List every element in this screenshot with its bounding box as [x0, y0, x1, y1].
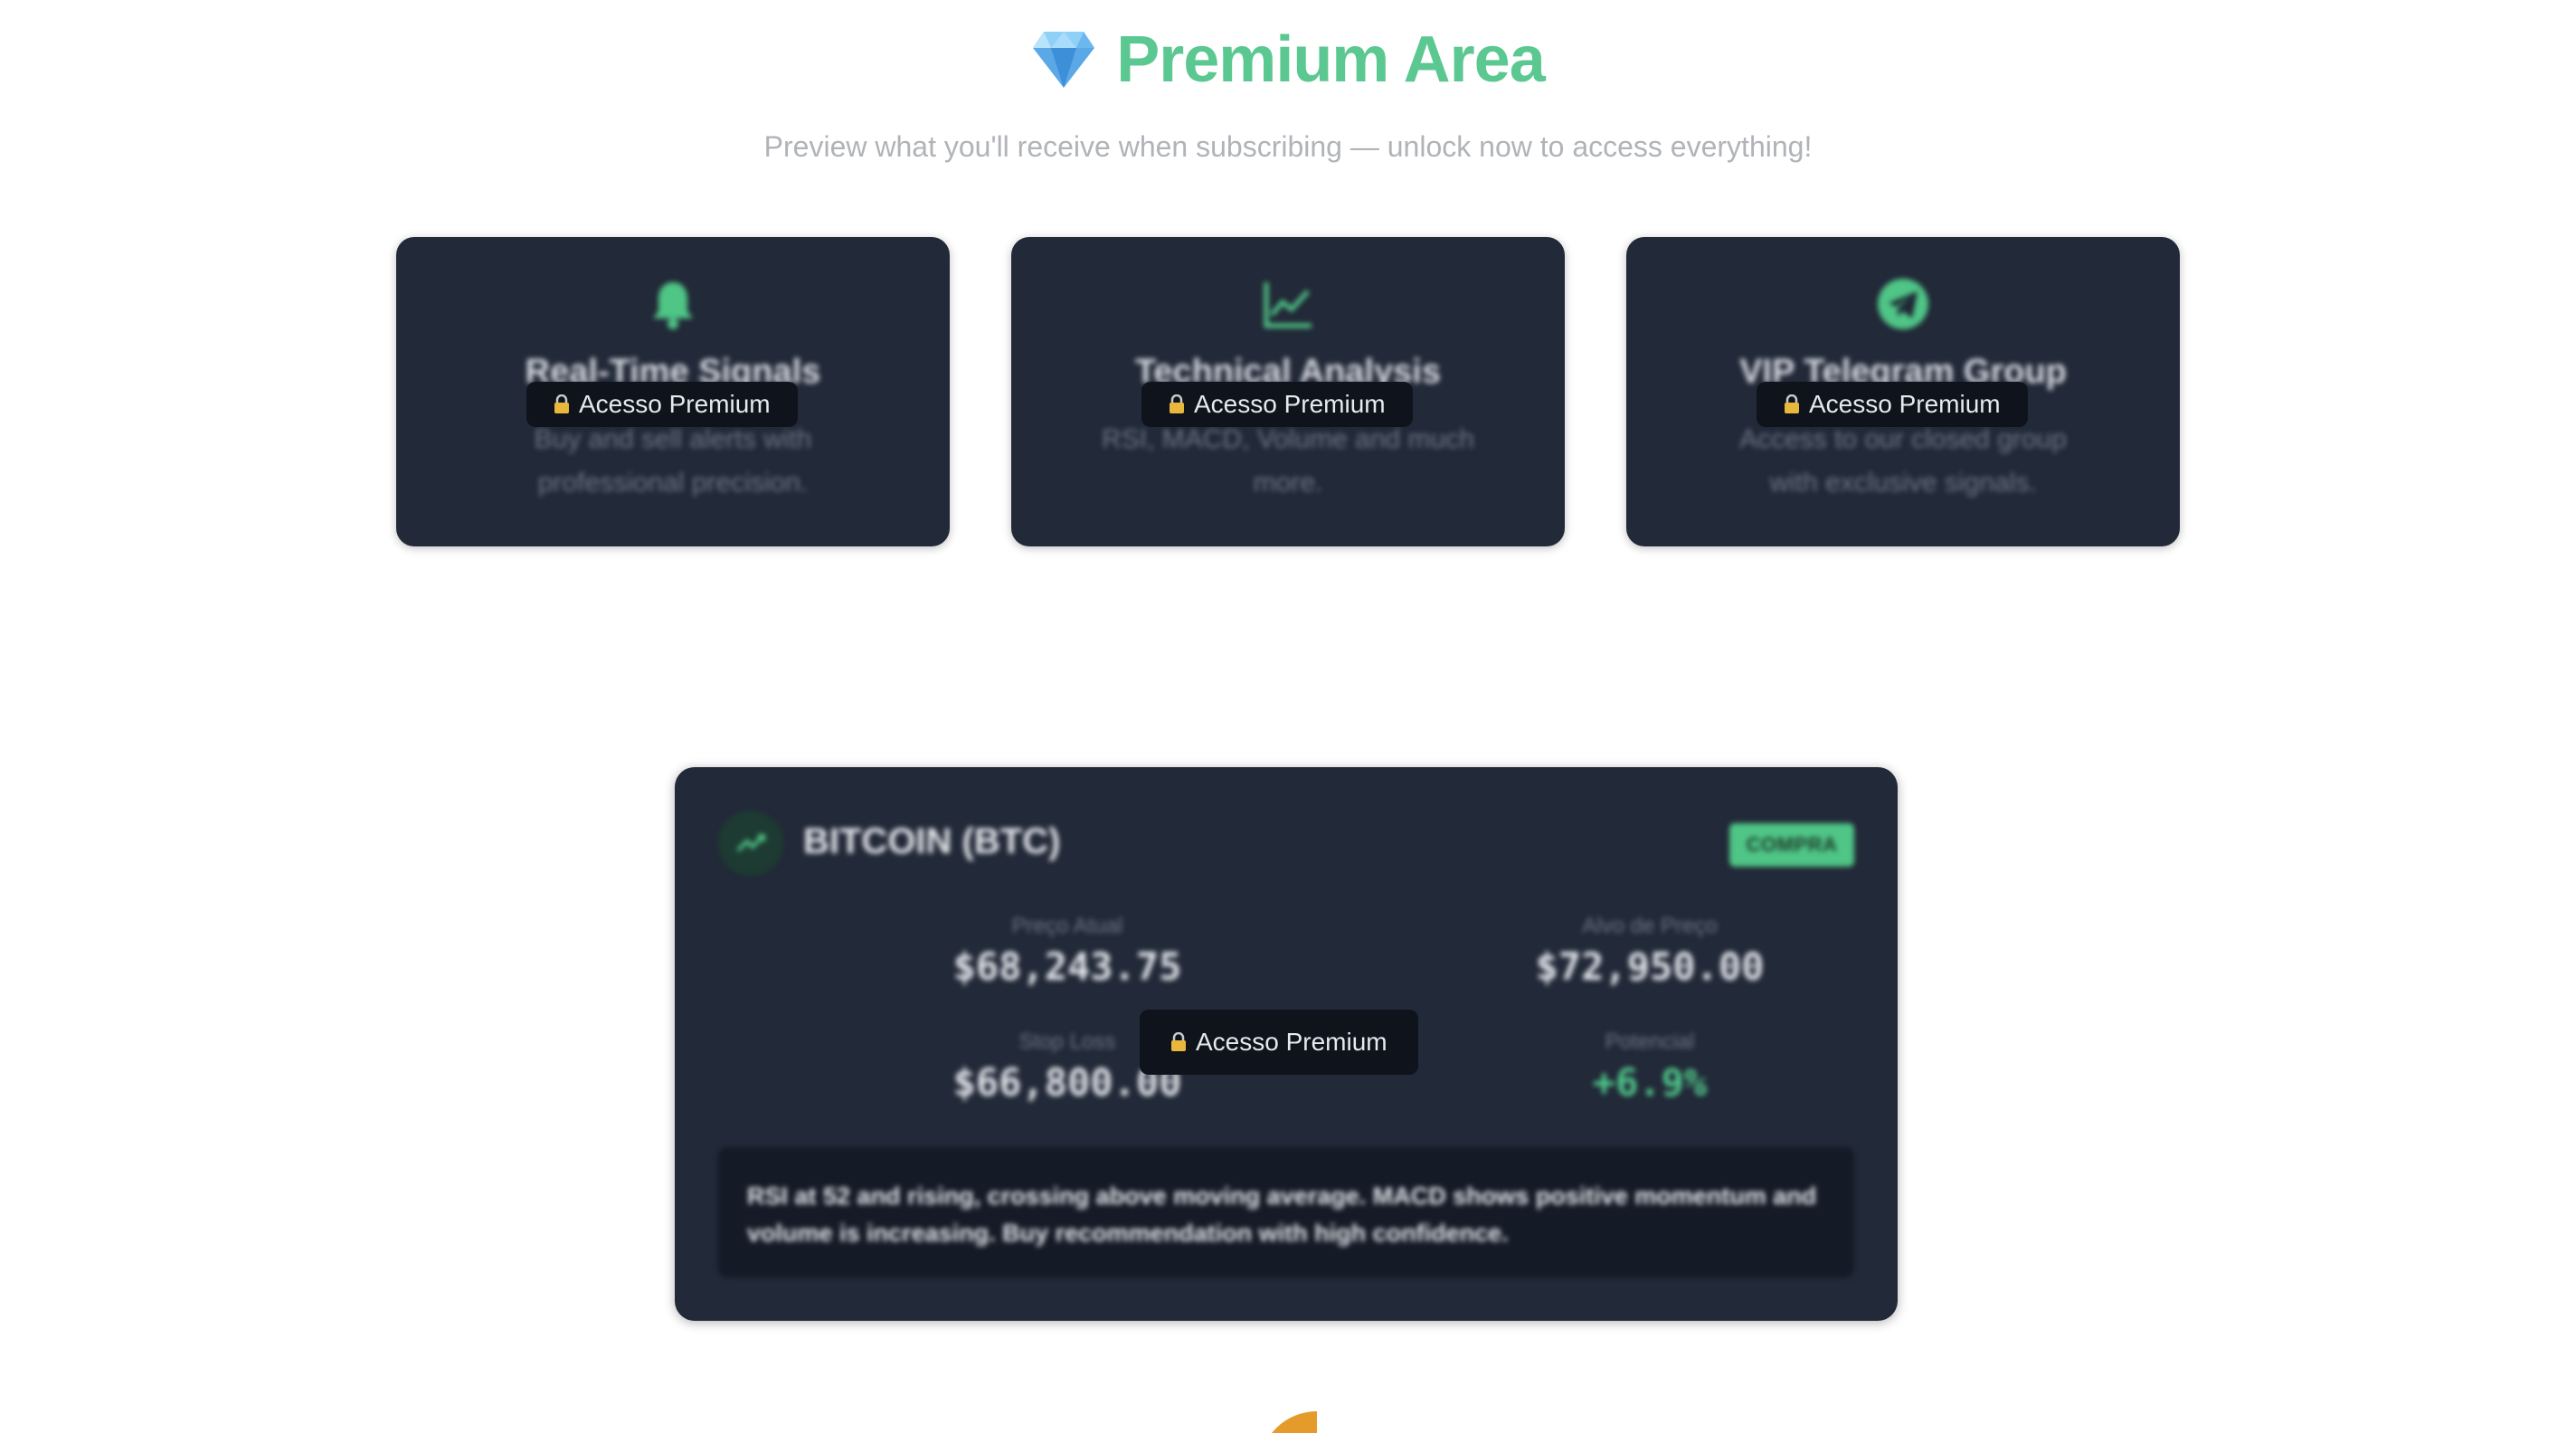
lock-label: Acesso Premium — [1194, 390, 1386, 418]
metric-label: Preço Atual — [1011, 914, 1123, 938]
metric-label: Alvo de Preço — [1582, 914, 1718, 938]
metric-value: +6.9% — [1592, 1060, 1708, 1105]
gem-icon — [1033, 32, 1095, 88]
metric-target: Alvo de Preço $72,950.00 — [1460, 914, 1840, 989]
feature-card-signals[interactable]: Real-Time Signals Buy and sell alerts wi… — [396, 237, 950, 546]
lock-label: Acesso Premium — [1809, 390, 2001, 418]
header: Premium Area Preview what you'll receive… — [0, 16, 2576, 164]
lock-icon — [554, 394, 569, 413]
analysis-box: RSI at 52 and rising, crossing above mov… — [718, 1147, 1854, 1277]
lock-icon — [1171, 1032, 1186, 1051]
orange-shape — [1259, 1411, 1317, 1433]
bell-icon — [653, 282, 693, 329]
signal-card[interactable]: BITCOIN (BTC) COMPRA Preço Atual $68,243… — [675, 767, 1898, 1321]
premium-area-page: Premium Area Preview what you'll receive… — [0, 0, 2576, 1433]
metric-label: Potencial — [1605, 1030, 1695, 1054]
feature-card-telegram[interactable]: VIP Telegram Group Access to our closed … — [1626, 237, 2180, 546]
lock-icon — [1170, 394, 1184, 413]
feature-description: RSI, MACD, Volume and much more. — [1102, 424, 1474, 498]
feature-card-analysis[interactable]: Technical Analysis RSI, MACD, Volume and… — [1011, 237, 1565, 546]
line-chart-icon — [1264, 282, 1312, 328]
trend-up-icon — [718, 811, 783, 876]
lock-icon — [1785, 394, 1799, 413]
premium-lock-badge[interactable]: Acesso Premium — [526, 382, 798, 427]
coin-name: BITCOIN (BTC) — [803, 821, 1061, 861]
premium-lock-badge[interactable]: Acesso Premium — [1141, 382, 1413, 427]
page-title: Premium Area — [1116, 24, 1546, 96]
lock-label: Acesso Premium — [1196, 1028, 1387, 1056]
page-subtitle: Preview what you'll receive when subscri… — [763, 130, 1813, 163]
title-row: Premium Area — [0, 16, 2576, 103]
premium-lock-badge[interactable]: Acesso Premium — [1140, 1010, 1418, 1075]
metric-value: $72,950.00 — [1535, 944, 1765, 989]
analysis-text: RSI at 52 and rising, crossing above mov… — [747, 1182, 1817, 1247]
buy-badge: COMPRA — [1729, 823, 1854, 867]
metric-value: $68,243.75 — [952, 944, 1182, 989]
feature-cards: Real-Time Signals Buy and sell alerts wi… — [396, 237, 2180, 546]
metric-potential: Potencial +6.9% — [1460, 1030, 1840, 1105]
metric-current-price: Preço Atual $68,243.75 — [877, 914, 1257, 989]
feature-description: Access to our closed group with exclusiv… — [1739, 424, 2067, 498]
premium-lock-badge[interactable]: Acesso Premium — [1757, 382, 2028, 427]
telegram-icon — [1878, 279, 1928, 329]
feature-description: Buy and sell alerts with professional pr… — [534, 424, 812, 498]
lock-label: Acesso Premium — [579, 390, 771, 418]
